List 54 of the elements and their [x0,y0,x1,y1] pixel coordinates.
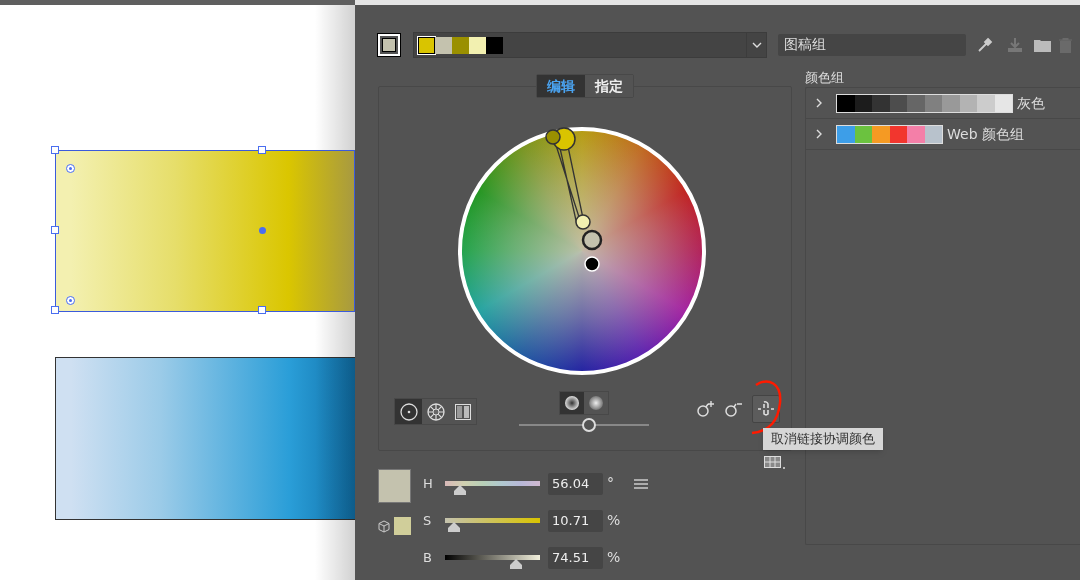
group-name: 灰色 [1017,93,1045,113]
add-color-icon[interactable] [696,399,716,419]
eyedropper-icon[interactable] [976,36,994,54]
tab[interactable]: 指定 [585,75,633,97]
link-icon [756,399,776,419]
color-group-row[interactable]: 灰色 [806,88,1080,119]
channel-label: H [423,474,434,493]
color-swatch[interactable] [486,36,503,54]
color-group-dropdown[interactable] [413,32,767,58]
color-swatch[interactable] [435,36,452,54]
folder-icon[interactable] [1034,38,1051,52]
selection-handle[interactable] [51,226,59,234]
view-button[interactable] [395,399,422,424]
unit-label: % [607,511,621,530]
link-button[interactable] [752,395,780,423]
group-name: Web 颜色组 [947,124,1024,144]
channel-value-field[interactable]: 56.04 [548,472,603,495]
tab[interactable]: 编辑 [537,75,585,97]
brightness-disc-icon [564,395,580,411]
color-swatch[interactable] [452,36,469,54]
center-point [259,227,266,234]
unit-label: ° [607,474,614,493]
channel-value-field[interactable]: 74.51 [548,546,603,569]
channel-label: S [423,511,433,530]
bars-icon [453,402,472,421]
section-title: 颜色组 [805,69,845,86]
corner-widget-icon[interactable] [66,164,75,173]
selection-handle[interactable] [258,306,266,314]
selection-handle[interactable] [258,146,266,154]
web-safe-swatch[interactable] [394,517,411,535]
color-group-row[interactable]: Web 颜色组 [806,119,1080,150]
chevron-right-icon[interactable] [814,98,824,108]
display-button[interactable] [560,392,584,414]
channel-value-field[interactable]: 10.71 [548,509,603,532]
name-field[interactable]: 图稿组 [778,34,966,56]
cube-icon[interactable] [378,519,390,533]
color-swatch[interactable] [418,36,435,54]
slider-thumb[interactable] [582,418,597,432]
chevron-down-icon [751,42,762,48]
circle-icon [399,402,418,421]
saturation-disc-icon [588,395,604,411]
unit-label: % [607,548,621,567]
channel-label: B [423,548,433,567]
color-preview [378,469,411,503]
selection-handle[interactable] [51,146,59,154]
segmented-wheel-icon [426,402,445,421]
corner-widget-icon[interactable] [66,296,75,305]
chevron-right-icon[interactable] [814,129,824,139]
grid-icon[interactable] [764,456,786,470]
selection-handle[interactable] [51,306,59,314]
menu-icon[interactable] [634,478,648,489]
tooltip: 取消链接协调颜色 [763,428,883,450]
current-color-swatch[interactable] [378,34,400,56]
color-swatch[interactable] [469,36,486,54]
